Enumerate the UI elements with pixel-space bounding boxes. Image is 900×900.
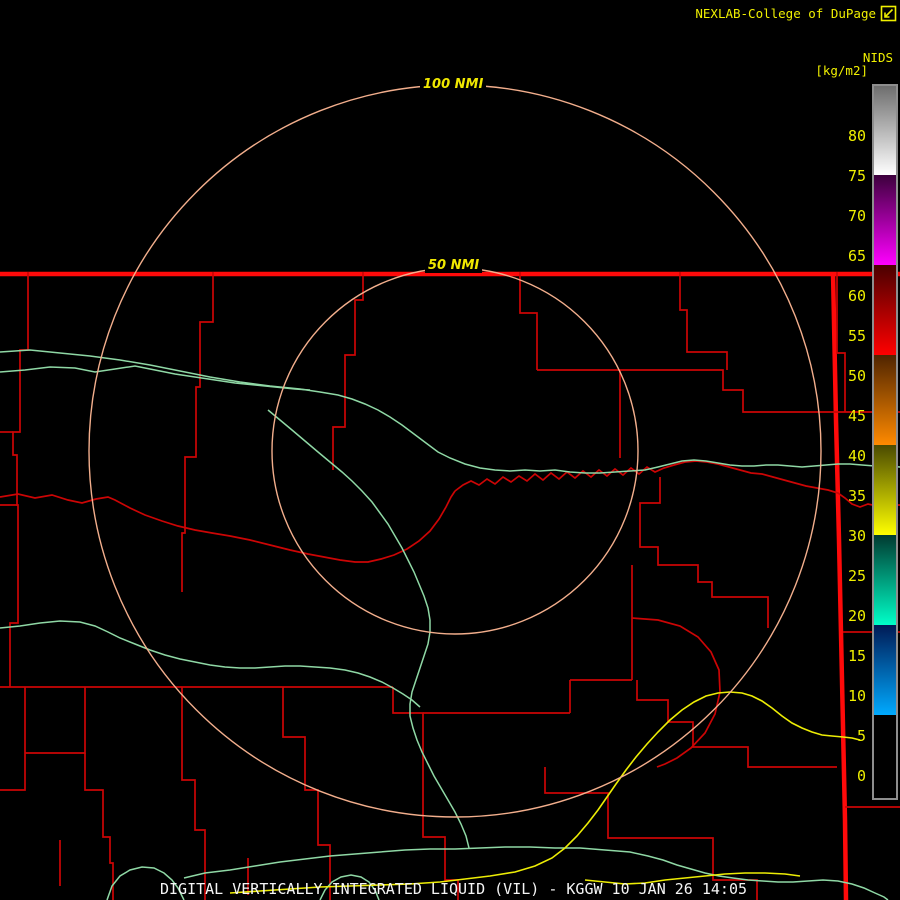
range-ring-100nmi: [88, 84, 822, 818]
colorbar-segment-black: [874, 715, 896, 798]
colorbar-tick-30: 30: [847, 527, 866, 545]
colorbar-segment-teal: [874, 535, 896, 625]
county-line: [0, 687, 26, 791]
colorbar-segment-orange: [874, 355, 896, 445]
status-bar-text: DIGITAL VERTICALLY INTEGRATED LIQUID (VI…: [160, 880, 747, 898]
county-line: [0, 490, 456, 563]
colorbar-tick-50: 50: [847, 367, 866, 385]
radar-map: [0, 84, 900, 900]
colorbar-tick-0: 0: [856, 767, 866, 785]
colorbar-tick-25: 25: [847, 567, 866, 585]
colorbar-segment-red: [874, 265, 896, 355]
river: [0, 620, 421, 708]
colorbar-tick-15: 15: [847, 647, 866, 665]
range-ring-label-50nmi: 50 NMI: [425, 258, 483, 273]
county-line: [392, 687, 459, 900]
colorbar-tick-60: 60: [847, 287, 866, 305]
colorbar-tick-5: 5: [856, 727, 866, 745]
county-line: [25, 687, 86, 754]
colorbar-tick-20: 20: [847, 607, 866, 625]
county-line: [181, 687, 206, 900]
range-ring-label-100nmi: 100 NMI: [420, 77, 487, 92]
brand-text: NEXLAB-College of DuPage: [695, 6, 876, 21]
county-line: [679, 272, 728, 370]
county-line: [282, 687, 331, 900]
county-line: [537, 369, 833, 413]
colorbar-segment-yellow: [874, 445, 896, 535]
colorbar-tick-65: 65: [847, 247, 866, 265]
county-line: [631, 617, 721, 768]
colorbar-tick-10: 10: [847, 687, 866, 705]
colorbar-segment-gray: [874, 86, 896, 175]
colorbar-tick-40: 40: [847, 447, 866, 465]
colorbar-tick-35: 35: [847, 487, 866, 505]
radar-display: 100 NMI 50 NMI NEXLAB-College of DuPage …: [0, 0, 900, 900]
colorbar-tick-45: 45: [847, 407, 866, 425]
colorbar-tick-80: 80: [847, 127, 866, 145]
colorbar-segment-blue: [874, 625, 896, 715]
colorbar-tick-55: 55: [847, 327, 866, 345]
colorbar-unit: [kg/m2]: [815, 63, 868, 78]
compass-arrow-icon: [880, 5, 897, 22]
county-line: [84, 753, 114, 900]
range-ring-50nmi: [271, 267, 639, 635]
county-line: [181, 272, 214, 592]
county-line: [639, 477, 769, 628]
colorbar-tick-70: 70: [847, 207, 866, 225]
colorbar-tick-75: 75: [847, 167, 866, 185]
colorbar-segment-purple: [874, 175, 896, 265]
colorbar-scale: [872, 84, 898, 800]
river: [0, 365, 311, 391]
